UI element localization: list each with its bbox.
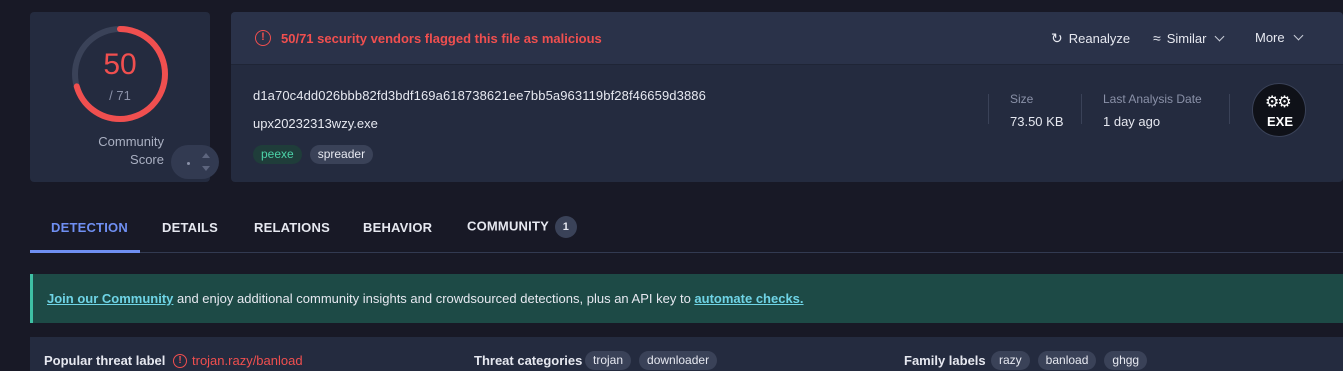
tab-detection[interactable]: DETECTION (51, 220, 128, 235)
chevron-down-icon (1293, 30, 1304, 41)
category-downloader[interactable]: downloader (639, 351, 718, 370)
refresh-icon: ↻ (1051, 30, 1063, 46)
detection-score: 50 (103, 48, 137, 81)
tab-community[interactable]: COMMUNITY 1 (467, 216, 577, 238)
community-banner: Join our Community and enjoy additional … (30, 274, 1343, 323)
tab-relations[interactable]: RELATIONS (254, 220, 330, 235)
alert-icon: ! (255, 30, 271, 46)
detection-total: / 71 (109, 88, 131, 103)
file-summary-card: ! 50/71 security vendors flagged this fi… (231, 12, 1343, 182)
tag-spreader[interactable]: spreader (309, 145, 374, 164)
chevron-down-icon (1214, 31, 1225, 41)
family-labels-heading: Family labels (904, 353, 986, 368)
last-analysis-date: Last Analysis Date 1 day ago (1103, 92, 1202, 129)
detection-alert-bar: ! 50/71 security vendors flagged this fi… (231, 12, 1343, 65)
family-ghgg[interactable]: ghgg (1104, 351, 1148, 370)
reanalyze-button[interactable]: ↻ Reanalyze (1051, 30, 1130, 47)
vote-down-icon[interactable] (202, 166, 210, 171)
divider (988, 94, 989, 124)
community-count-badge: 1 (554, 216, 577, 238)
family-banload[interactable]: banload (1037, 351, 1097, 370)
threat-summary: Popular threat label ! trojan.razy/banlo… (30, 337, 1343, 371)
category-trojan[interactable]: trojan (585, 351, 632, 370)
gears-icon: ⚙⚙ (1265, 94, 1292, 111)
more-button[interactable]: More (1255, 30, 1304, 45)
join-community-link[interactable]: Join our Community (47, 291, 173, 306)
community-banner-text: Join our Community and enjoy additional … (47, 291, 804, 306)
threat-categories-heading: Threat categories (474, 353, 583, 368)
tag-peexe[interactable]: peexe (253, 145, 302, 164)
file-type-badge: ⚙⚙ EXE (1252, 83, 1306, 137)
detection-alert-text: 50/71 security vendors flagged this file… (281, 31, 602, 46)
active-tab-indicator (30, 250, 140, 253)
family-labels: razy banload ghgg (991, 351, 1148, 370)
vote-up-icon[interactable] (202, 153, 210, 158)
similar-icon: ≈ (1153, 30, 1161, 46)
divider (1229, 94, 1230, 124)
community-vote-widget[interactable] (171, 145, 219, 179)
alert-icon: ! (173, 353, 187, 368)
file-size: Size 73.50 KB (1010, 92, 1064, 129)
community-score-label: Community Score (98, 134, 164, 167)
file-tags: peexe spreader (253, 145, 374, 164)
divider (1081, 94, 1082, 124)
community-score-value (187, 162, 190, 165)
file-hash[interactable]: d1a70c4dd026bbb82fd3bdf169a618738621ee7b… (253, 88, 706, 103)
automate-checks-link[interactable]: automate checks. (694, 291, 803, 306)
popular-threat-label: ! trojan.razy/banload (173, 353, 303, 368)
report-tabs: DETECTION DETAILS RELATIONS BEHAVIOR COM… (30, 210, 1343, 253)
popular-threat-label-heading: Popular threat label (44, 353, 166, 368)
community-score-card: 50 / 71 Community Score (30, 12, 219, 182)
family-razy[interactable]: razy (991, 351, 1030, 370)
similar-button[interactable]: ≈ Similar (1153, 30, 1225, 46)
file-name: upx20232313wzy.exe (253, 116, 378, 131)
tab-behavior[interactable]: BEHAVIOR (363, 220, 432, 235)
tab-details[interactable]: DETAILS (162, 220, 218, 235)
threat-categories: trojan downloader (585, 351, 718, 370)
